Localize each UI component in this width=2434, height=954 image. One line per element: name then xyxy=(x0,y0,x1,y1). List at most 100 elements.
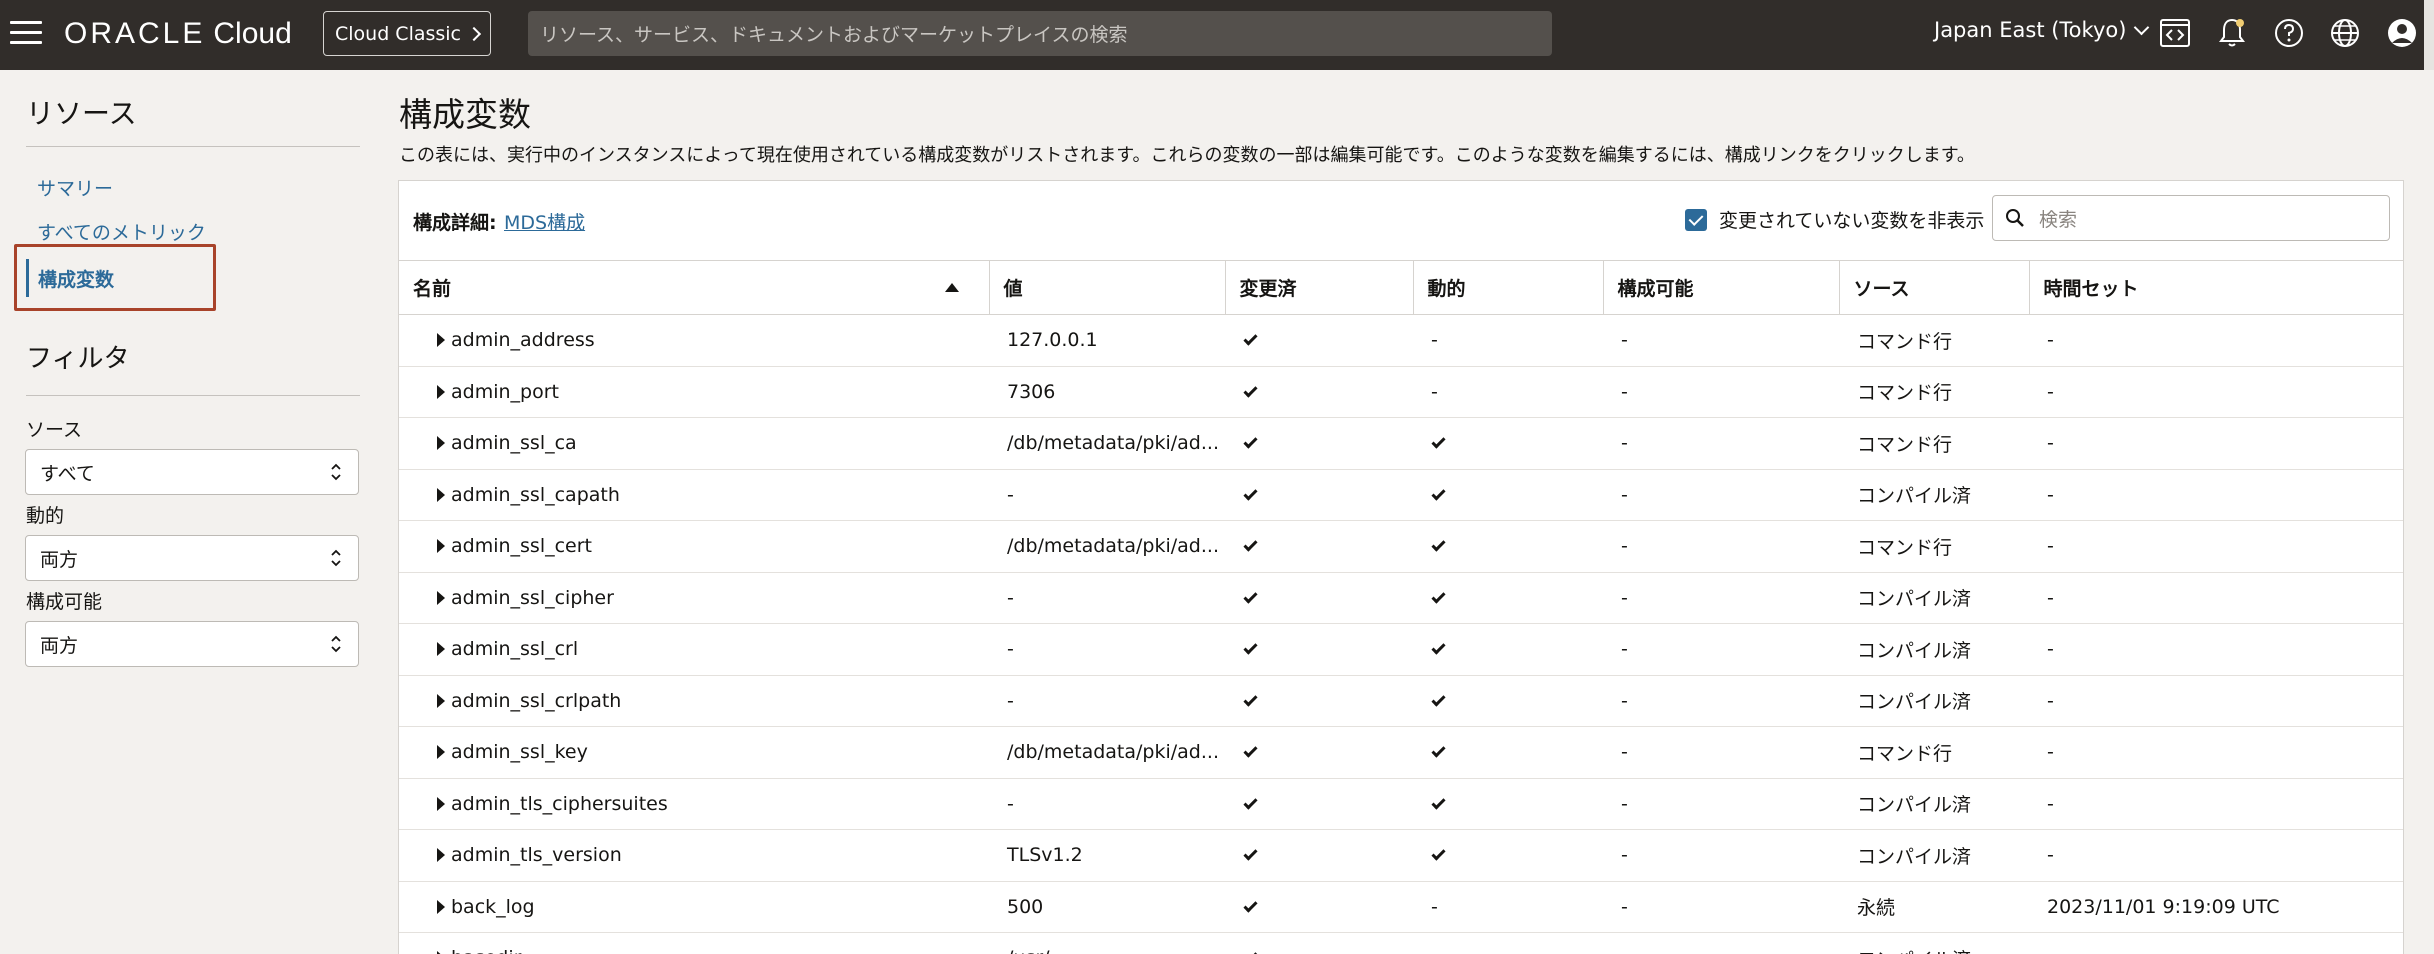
code-editor-icon[interactable] xyxy=(2158,16,2192,50)
table-row[interactable]: admin_ssl_crl - - コンパイル済 - xyxy=(399,623,2403,676)
cell-source-text: コンパイル済 xyxy=(1857,794,1972,817)
table-row[interactable]: back_log 500 - - 永続 2023/11/01 9:19:09 UTC xyxy=(399,881,2403,933)
sidebar-item-summary[interactable]: サマリー xyxy=(37,174,113,201)
column-header-time-set[interactable]: 時間セット xyxy=(2029,260,2403,315)
cell-configurable xyxy=(1603,932,1839,954)
expand-row-icon[interactable] xyxy=(437,384,445,399)
expand-row-icon[interactable] xyxy=(437,745,445,760)
expand-row-icon[interactable] xyxy=(437,693,445,708)
configurable-filter-select[interactable]: 両方 xyxy=(25,621,359,667)
table-row[interactable]: admin_ssl_cipher - - コンパイル済 - xyxy=(399,572,2403,624)
cell-value: 7306 xyxy=(989,366,1225,418)
hamburger-menu-icon[interactable] xyxy=(10,21,42,45)
table-row[interactable]: admin_ssl_crlpath - - コンパイル済 - xyxy=(399,675,2403,727)
expand-row-icon[interactable] xyxy=(437,899,445,914)
expand-row-icon[interactable] xyxy=(437,796,445,811)
table-row[interactable]: admin_address 127.0.0.1 - - コマンド行 - xyxy=(399,314,2403,367)
source-filter-select[interactable]: すべて xyxy=(25,449,359,495)
cell-value-text: - xyxy=(1007,792,1014,815)
cloud-classic-button[interactable]: Cloud Classic xyxy=(323,11,491,56)
sidebar-item-config-variables[interactable]: 構成変数 xyxy=(14,244,216,311)
cell-changed xyxy=(1225,469,1413,521)
cell-changed xyxy=(1225,829,1413,882)
expand-row-icon[interactable] xyxy=(437,487,445,502)
column-header-name[interactable]: 名前 xyxy=(399,260,990,315)
mds-config-link[interactable]: MDS構成 xyxy=(504,208,585,235)
expand-row-icon[interactable] xyxy=(437,436,445,451)
cell-value: - xyxy=(989,572,1225,624)
dynamic-filter-select[interactable]: 両方 xyxy=(25,535,359,581)
expand-row-icon[interactable] xyxy=(437,590,445,605)
cell-value-text: /db/metadata/pki/ad... xyxy=(1007,741,1219,764)
cell-source: コマンド行 xyxy=(1839,726,2029,779)
hide-unchanged-toggle[interactable]: 変更されていない変数を非表示 xyxy=(1685,206,1984,233)
cell-changed xyxy=(1225,675,1413,727)
select-arrows-icon xyxy=(330,547,342,569)
cell-configurable-text: - xyxy=(1621,741,1628,764)
global-search-input[interactable]: リソース、サービス、ドキュメントおよびマーケットプレイスの検索 xyxy=(528,11,1552,56)
cell-configurable-text: - xyxy=(1621,792,1628,815)
cell-time-set-text: - xyxy=(2047,329,2054,352)
user-profile-icon[interactable] xyxy=(2385,16,2419,50)
table-row[interactable]: admin_ssl_key/db/metadata/pki/ad... - コマンド… xyxy=(399,726,2403,779)
checkmark-icon xyxy=(1431,692,1446,707)
column-header-changed[interactable]: 変更済 xyxy=(1225,260,1414,315)
cell-changed xyxy=(1225,417,1413,470)
cell-changed xyxy=(1225,778,1413,830)
cell-dynamic xyxy=(1413,417,1603,470)
chevron-right-icon xyxy=(466,26,482,41)
cell-time-set-text: - xyxy=(2047,586,2054,609)
cell-source-text: コンパイル済 xyxy=(1857,691,1972,714)
hide-unchanged-checkbox[interactable] xyxy=(1685,208,1707,231)
cell-configurable: - xyxy=(1603,881,1839,933)
help-icon[interactable] xyxy=(2272,16,2306,50)
cell-name-text: admin_ssl_cipher xyxy=(451,586,614,609)
dynamic-filter-value: 両方 xyxy=(40,548,79,571)
table-row[interactable]: admin_tls_ciphersuites - - コンパイル済 - xyxy=(399,778,2403,830)
notification-bell-icon[interactable] xyxy=(2215,16,2249,50)
sidebar-resources-title: リソース xyxy=(26,97,137,130)
table-row[interactable]: admin_ssl_cert/db/metadata/pki/ad... - コマン… xyxy=(399,520,2403,573)
cell-dynamic xyxy=(1413,623,1603,676)
table-row[interactable]: basedir/usr/コンパイル済 xyxy=(399,932,2403,954)
page-scrollbar-track[interactable] xyxy=(2424,0,2434,70)
cell-name-text: admin_ssl_crlpath xyxy=(451,689,622,712)
cell-configurable-text: - xyxy=(1621,432,1628,455)
cell-dynamic-text: - xyxy=(1431,329,1438,352)
cell-dynamic xyxy=(1413,520,1603,573)
column-header-dynamic[interactable]: 動的 xyxy=(1413,260,1604,315)
oracle-cloud-logo[interactable]: ORACLE Cloud xyxy=(64,14,292,54)
cell-value: /usr/ xyxy=(989,932,1225,954)
expand-row-icon[interactable] xyxy=(437,333,445,348)
language-globe-icon[interactable] xyxy=(2328,16,2362,50)
cell-source-text: コマンド行 xyxy=(1857,330,1953,353)
expand-row-icon[interactable] xyxy=(437,642,445,657)
expand-row-icon[interactable] xyxy=(437,848,445,863)
checkmark-icon xyxy=(1243,692,1258,707)
checkmark-icon xyxy=(1243,898,1258,913)
cell-time-set-text: 2023/11/01 9:19:09 UTC xyxy=(2047,895,2280,918)
table-row[interactable]: admin_ssl_capath - - コンパイル済 - xyxy=(399,469,2403,521)
hide-unchanged-label: 変更されていない変数を非表示 xyxy=(1719,210,1985,232)
column-header-value[interactable]: 値 xyxy=(989,260,1226,315)
source-filter-value: すべて xyxy=(40,462,95,485)
column-header-source[interactable]: ソース xyxy=(1839,260,2030,315)
sort-ascending-icon[interactable] xyxy=(944,283,959,292)
column-header-configurable[interactable]: 構成可能 xyxy=(1603,260,1840,315)
cell-name: admin_ssl_ca xyxy=(399,417,989,470)
sidebar-item-all-metrics[interactable]: すべてのメトリック xyxy=(37,218,206,245)
cell-value: - xyxy=(989,623,1225,676)
checkmark-icon xyxy=(1243,331,1258,346)
checkmark-icon xyxy=(1243,640,1258,655)
region-selector[interactable]: Japan East (Tokyo) xyxy=(1934,18,2150,42)
select-arrows-icon xyxy=(330,461,342,483)
cell-dynamic: - xyxy=(1413,366,1603,418)
cell-changed xyxy=(1225,623,1413,676)
cell-name-text: admin_tls_version xyxy=(451,844,622,867)
expand-row-icon[interactable] xyxy=(437,539,445,554)
cell-dynamic-text: - xyxy=(1431,895,1438,918)
table-row[interactable]: admin_port 7306 - - コマンド行 - xyxy=(399,366,2403,418)
table-row[interactable]: admin_tls_version TLSv1.2 - コンパイル済 - xyxy=(399,829,2403,882)
table-search-input[interactable]: 検索 xyxy=(1992,195,2390,241)
table-row[interactable]: admin_ssl_ca/db/metadata/pki/ad... - コマンド行… xyxy=(399,417,2403,470)
